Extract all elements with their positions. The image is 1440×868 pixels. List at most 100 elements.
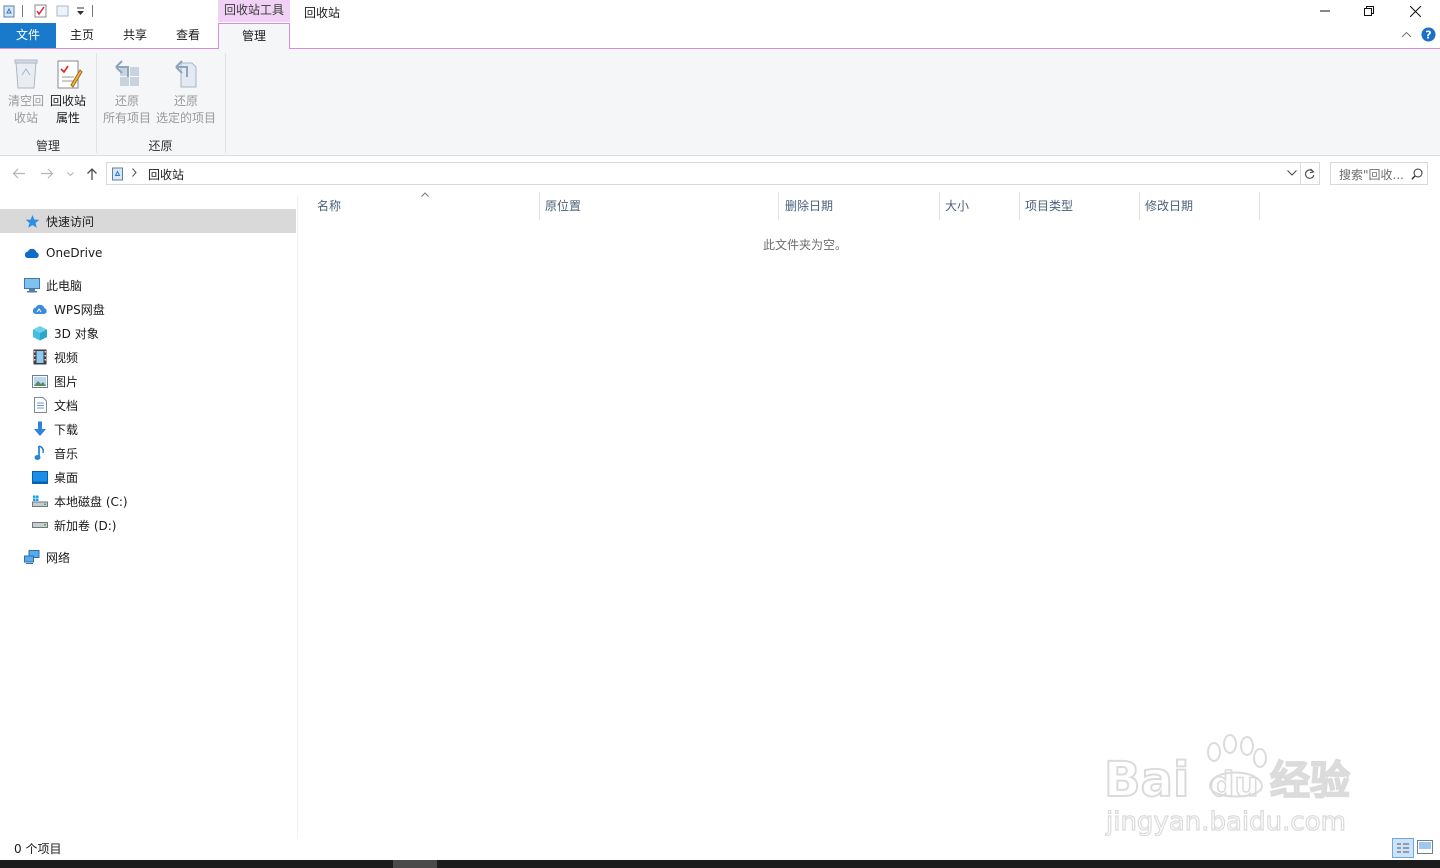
minimize-button[interactable] xyxy=(1302,0,1348,22)
onedrive-cloud-icon xyxy=(24,245,40,261)
nav-item-music[interactable]: 音乐 xyxy=(32,441,78,465)
tab-home[interactable]: 主页 xyxy=(58,23,106,48)
details-view-button[interactable] xyxy=(1392,838,1414,858)
status-bar: 0 个项目 xyxy=(0,838,1440,860)
recycle-bin-properties-button[interactable]: 回收站 属性 xyxy=(47,57,89,127)
large-icons-view-icon xyxy=(1417,840,1433,854)
group-label-manage: 管理 xyxy=(35,139,60,153)
empty-bin-label-2: 收站 xyxy=(13,111,38,125)
nav-item-desktop[interactable]: 桌面 xyxy=(32,465,78,489)
restore-selected-label-2: 选定的项目 xyxy=(155,111,216,125)
separator xyxy=(92,5,93,17)
restore-selected-button[interactable]: 还原 选定的项目 xyxy=(154,57,218,127)
nav-item-pictures[interactable]: 图片 xyxy=(32,369,78,393)
ribbon-tabs: 文件 主页 共享 查看 管理 ? xyxy=(0,23,1440,50)
taskbar-active-app[interactable] xyxy=(393,860,437,868)
forward-arrow-icon[interactable] xyxy=(40,168,54,179)
nav-label: 快速访问 xyxy=(46,214,95,229)
desktop-icon xyxy=(32,469,48,485)
video-icon xyxy=(32,349,48,365)
recycle-bin-icon xyxy=(111,166,124,181)
bin-props-label-2: 属性 xyxy=(55,111,80,125)
nav-label: 视频 xyxy=(54,350,79,365)
close-icon xyxy=(1409,5,1421,17)
nav-item-drive-c[interactable]: 本地磁盘 (C:) xyxy=(32,489,128,513)
restore-all-icon xyxy=(112,57,142,91)
address-bar[interactable]: 回收站 xyxy=(106,162,1301,185)
recycle-bin-icon[interactable] xyxy=(3,5,15,18)
svg-text:经验: 经验 xyxy=(1270,758,1350,804)
nav-label: 图片 xyxy=(54,374,79,389)
restore-button[interactable] xyxy=(1346,0,1392,22)
column-header-item-type[interactable]: 项目类型 xyxy=(1019,192,1140,220)
breadcrumb-recycle-bin[interactable]: 回收站 xyxy=(148,166,184,183)
nav-label: 文档 xyxy=(54,398,79,413)
collapse-ribbon-icon[interactable] xyxy=(1401,31,1412,38)
nav-label: 3D 对象 xyxy=(54,326,99,341)
ribbon: 清空回 收站 回收站 属性 管理 还原 所有项目 还原 选定的项目 还原 xyxy=(0,49,1440,156)
document-icon xyxy=(32,397,48,413)
empty-bin-label-1: 清空回 xyxy=(7,94,44,108)
column-header-size[interactable]: 大小 xyxy=(939,192,1020,220)
download-icon xyxy=(32,421,48,437)
close-button[interactable] xyxy=(1392,0,1438,22)
group-label-restore: 还原 xyxy=(148,139,173,153)
search-icon[interactable] xyxy=(1411,168,1423,180)
search-input[interactable]: 搜索"回收... xyxy=(1330,162,1428,185)
network-icon xyxy=(24,549,40,565)
nav-label: OneDrive xyxy=(46,246,103,260)
restore-icon xyxy=(1364,6,1374,16)
nav-item-3d-objects[interactable]: 3D 对象 xyxy=(32,321,99,345)
up-arrow-icon[interactable] xyxy=(86,167,98,181)
customize-qat-icon[interactable] xyxy=(76,6,85,16)
breadcrumb-chevron-icon[interactable] xyxy=(132,168,137,177)
nav-label: 桌面 xyxy=(54,470,79,485)
restore-all-button[interactable]: 还原 所有项目 xyxy=(101,57,153,127)
cube-icon xyxy=(32,325,48,341)
music-icon xyxy=(32,445,48,461)
svg-text:jingyan.baidu.com: jingyan.baidu.com xyxy=(1105,807,1346,837)
column-header-date-deleted[interactable]: 删除日期 xyxy=(779,192,940,220)
nav-label: 新加卷 (D:) xyxy=(54,518,117,533)
nav-network[interactable]: 网络 xyxy=(24,545,70,569)
nav-item-drive-d[interactable]: 新加卷 (D:) xyxy=(32,513,116,537)
group-separator xyxy=(225,53,226,153)
restore-selected-label-1: 还原 xyxy=(173,94,198,108)
empty-recycle-bin-button[interactable]: 清空回 收站 xyxy=(5,57,47,127)
svg-text:du: du xyxy=(1210,765,1259,805)
column-header-name[interactable]: 名称 xyxy=(311,192,540,220)
search-placeholder: 搜索"回收... xyxy=(1339,168,1404,182)
refresh-icon xyxy=(1304,168,1315,180)
bin-properties-icon xyxy=(53,57,83,91)
nav-item-wps-drive[interactable]: WPS网盘 xyxy=(32,297,105,321)
details-view-icon xyxy=(1397,843,1409,853)
nav-item-downloads[interactable]: 下载 xyxy=(32,417,78,441)
nav-item-documents[interactable]: 文档 xyxy=(32,393,78,417)
properties-icon[interactable] xyxy=(34,4,47,18)
picture-icon xyxy=(32,373,48,389)
nav-quick-access[interactable]: 快速访问 xyxy=(24,209,94,233)
column-header-date-modified[interactable]: 修改日期 xyxy=(1139,192,1260,220)
tab-share[interactable]: 共享 xyxy=(111,23,159,48)
new-folder-icon[interactable] xyxy=(56,5,69,17)
tab-manage[interactable]: 管理 xyxy=(218,23,290,50)
nav-label: 下载 xyxy=(54,422,79,437)
refresh-button[interactable] xyxy=(1300,162,1320,185)
computer-icon xyxy=(24,277,40,293)
recent-locations-icon[interactable] xyxy=(67,172,74,176)
taskbar xyxy=(0,860,1440,868)
nav-onedrive[interactable]: OneDrive xyxy=(24,241,102,265)
column-header-original-location[interactable]: 原位置 xyxy=(539,192,779,220)
title-bar: 回收站工具 回收站 xyxy=(0,0,1440,23)
tab-view[interactable]: 查看 xyxy=(164,23,212,48)
help-icon[interactable]: ? xyxy=(1421,27,1436,42)
tab-file[interactable]: 文件 xyxy=(0,23,56,48)
nav-label: 音乐 xyxy=(54,446,79,461)
back-arrow-icon[interactable] xyxy=(12,168,26,179)
large-icons-view-button[interactable] xyxy=(1417,840,1433,854)
address-dropdown-icon[interactable] xyxy=(1287,170,1297,176)
nav-item-videos[interactable]: 视频 xyxy=(32,345,78,369)
separator xyxy=(22,5,23,17)
nav-this-pc[interactable]: 此电脑 xyxy=(24,273,82,297)
restore-all-label-2: 所有项目 xyxy=(102,111,151,125)
